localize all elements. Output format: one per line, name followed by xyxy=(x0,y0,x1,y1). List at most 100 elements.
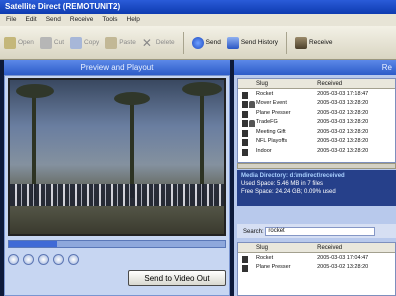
pause-icon[interactable] xyxy=(23,254,34,265)
file-icon xyxy=(242,148,248,156)
received-cell: 2005-03-03 17:04:47 xyxy=(317,254,369,261)
table-row[interactable]: Plane Presser 2005-03-02 13:28:20 xyxy=(238,108,395,118)
stop-icon[interactable] xyxy=(38,254,49,265)
marching-band xyxy=(10,184,224,206)
menu-send[interactable]: Send xyxy=(46,16,61,26)
preview-panel-header: Preview and Playout xyxy=(4,60,230,75)
results-slug-column-header[interactable]: Slug xyxy=(238,245,317,252)
receive-icon xyxy=(295,36,308,49)
toolbar-divider-2 xyxy=(286,31,288,54)
received-panel-header: Re xyxy=(234,60,396,75)
used-space-text: Used Space: 5.46 MB in 7 files xyxy=(241,181,324,187)
receive-button[interactable]: Receive xyxy=(295,36,333,49)
results-header: Slug Received xyxy=(238,243,395,253)
received-cell: 2005-03-02 13:28:20 xyxy=(317,109,369,116)
open-button[interactable]: Open xyxy=(4,36,34,49)
file-icon xyxy=(242,101,248,109)
playback-progress-fill xyxy=(9,241,57,247)
free-space-text: Free Space: 24.24 GB; 0.09% used xyxy=(241,189,336,195)
file-icon xyxy=(242,265,248,273)
play-icon[interactable] xyxy=(8,254,19,265)
menu-file[interactable]: File xyxy=(6,16,16,26)
received-cell: 2005-03-03 13:28:20 xyxy=(317,119,369,126)
horizontal-scrollbar[interactable] xyxy=(237,163,396,169)
palm-frond-3 xyxy=(182,82,222,96)
send-label: Send xyxy=(205,39,221,46)
palm-frond xyxy=(16,84,54,98)
forward-icon[interactable] xyxy=(68,254,79,265)
rewind-icon[interactable] xyxy=(53,254,64,265)
table-row[interactable]: Meeting Gift 2005-03-02 13:28:20 xyxy=(238,127,395,137)
delete-x-icon: ✕ xyxy=(141,35,152,50)
lock-icon xyxy=(249,101,255,109)
copy-button[interactable]: Copy xyxy=(70,36,100,49)
menu-bar: File Edit Send Receive Tools Help xyxy=(0,14,396,26)
table-row[interactable]: Indoor 2005-03-02 13:28:20 xyxy=(238,146,395,156)
media-status: Media Directory: d:\mdirect\received Use… xyxy=(237,170,396,206)
table-row[interactable]: NFL Playoffs 2005-03-02 13:28:20 xyxy=(238,137,395,147)
received-rows: Rocket 2005-03-03 17:18:47 Mover Event 2005… xyxy=(238,89,395,156)
playback-progress-bar[interactable] xyxy=(8,240,226,248)
slug-cell: Indoor xyxy=(238,148,317,156)
delete-button[interactable]: ✕ Delete xyxy=(142,37,175,49)
received-cell: 2005-03-02 13:28:20 xyxy=(317,147,369,154)
file-icon xyxy=(242,120,248,128)
search-label: Search: xyxy=(243,229,264,236)
search-results-list: Slug Received Rocket 2005-03-03 17:04:47 P… xyxy=(237,242,396,296)
table-row[interactable]: TradeFG 2005-03-03 13:28:20 xyxy=(238,118,395,128)
history-icon xyxy=(226,36,239,49)
received-column-header[interactable]: Received xyxy=(317,81,395,88)
slug-cell: Plane Presser xyxy=(238,110,317,118)
playback-controls xyxy=(8,254,108,266)
send-to-video-out-button[interactable]: Send to Video Out xyxy=(128,270,226,286)
received-cell: 2005-03-02 13:28:20 xyxy=(317,128,369,135)
copy-icon xyxy=(70,36,83,49)
clipboard-icon xyxy=(105,36,118,49)
lock-icon xyxy=(249,120,255,128)
palm-frond-2 xyxy=(114,92,150,105)
search-area: Search: rocket xyxy=(237,224,396,238)
slug-cell: Plane Presser xyxy=(238,264,317,273)
window-title: Satellite Direct (REMOTUNIT2) xyxy=(0,0,396,14)
results-received-column-header[interactable]: Received xyxy=(317,245,395,252)
slug-cell: Rocket xyxy=(238,255,317,263)
slug-cell: Mover Event xyxy=(238,100,317,109)
delete-label: Delete xyxy=(155,39,175,46)
copy-label: Copy xyxy=(84,39,100,46)
paste-button[interactable]: Paste xyxy=(105,36,136,49)
folder-icon xyxy=(4,36,16,49)
received-cell: 2005-03-03 13:28:20 xyxy=(317,100,369,107)
toolbar-divider xyxy=(182,31,184,54)
list-header: Slug Received xyxy=(238,79,395,89)
send-history-button[interactable]: Send History xyxy=(226,36,278,49)
table-row[interactable]: Rocket 2005-03-03 17:18:47 xyxy=(238,89,395,99)
table-row[interactable]: Plane Presser 2005-03-02 13:28:20 xyxy=(238,263,395,273)
slug-cell: Meeting Gift xyxy=(238,129,317,137)
received-cell: 2005-03-02 13:28:20 xyxy=(317,264,369,271)
palm-tree-2 xyxy=(130,98,134,198)
video-preview[interactable] xyxy=(8,78,226,236)
menu-help[interactable]: Help xyxy=(127,16,140,26)
cut-label: Cut xyxy=(53,39,65,46)
received-cell: 2005-03-02 13:28:20 xyxy=(317,138,369,145)
received-list: Slug Received Rocket 2005-03-03 17:18:47 M… xyxy=(237,78,396,163)
scissors-icon xyxy=(39,36,52,49)
file-icon xyxy=(242,139,248,147)
file-icon xyxy=(242,91,248,99)
menu-receive[interactable]: Receive xyxy=(70,16,93,26)
cut-button[interactable]: Cut xyxy=(39,36,65,49)
table-row[interactable]: Mover Event 2005-03-03 13:28:20 xyxy=(238,99,395,109)
open-label: Open xyxy=(18,39,34,46)
menu-tools[interactable]: Tools xyxy=(102,16,117,26)
search-input[interactable]: rocket xyxy=(265,227,376,236)
table-row[interactable]: Rocket 2005-03-03 17:04:47 xyxy=(238,253,395,263)
media-directory-text: Media Directory: d:\mdirect\received xyxy=(241,173,345,179)
file-icon xyxy=(242,255,248,263)
send-button[interactable]: Send xyxy=(191,36,221,49)
slug-column-header[interactable]: Slug xyxy=(238,81,317,88)
file-icon xyxy=(242,110,248,118)
receive-label: Receive xyxy=(309,39,333,46)
file-icon xyxy=(242,129,248,137)
slug-cell: Rocket xyxy=(238,91,317,99)
menu-edit[interactable]: Edit xyxy=(25,16,36,26)
